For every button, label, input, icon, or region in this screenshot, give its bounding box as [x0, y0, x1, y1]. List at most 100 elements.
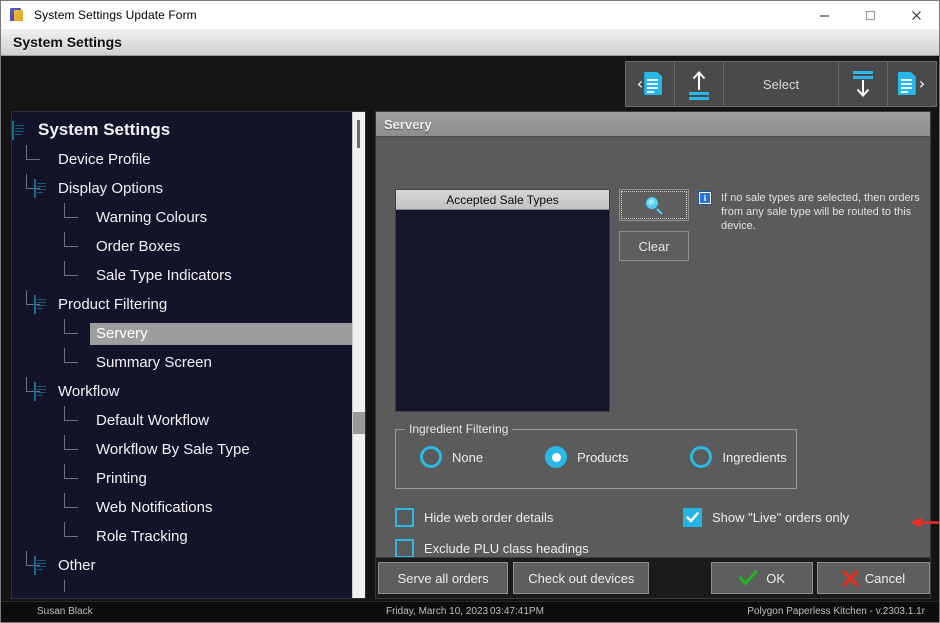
tree-item-partial[interactable]: [12, 580, 354, 592]
detail-panel-body: Accepted Sale Types Clear i If no sale t…: [376, 137, 939, 599]
radio-icon-selected: [545, 446, 568, 468]
bullet-icon: [72, 412, 90, 430]
bullet-icon: [72, 267, 90, 285]
checkbox-label: Show "Live" orders only: [712, 510, 850, 525]
first-record-button[interactable]: [674, 61, 724, 107]
radio-option-products[interactable]: Products: [545, 446, 628, 468]
status-app-version: Polygon Paperless Kitchen - v.2303.1.1r: [747, 606, 925, 617]
checkbox-show-live-orders-only[interactable]: Show "Live" orders only: [683, 508, 849, 527]
bullet-icon: [72, 354, 90, 372]
ingredient-filtering-options: None Products Ingredients: [396, 446, 796, 468]
tree-item-device-profile[interactable]: Device Profile: [12, 145, 354, 174]
tree-item-label: System Settings: [38, 120, 171, 139]
maximize-button[interactable]: [847, 1, 893, 29]
tree-item-warning-colours[interactable]: Warning Colours: [12, 203, 354, 232]
tree-item-label: Workflow: [58, 382, 120, 400]
tree-item-role-tracking[interactable]: Role Tracking: [12, 522, 354, 551]
tree-item-label: Workflow By Sale Type: [96, 440, 250, 458]
tree-scrollbar-thumb[interactable]: [357, 120, 360, 148]
tree-item-system-settings[interactable]: System Settings: [12, 116, 354, 145]
status-date: Friday, March 10, 2023: [386, 606, 489, 617]
accepted-sale-types-listbox[interactable]: Accepted Sale Types: [395, 189, 610, 412]
minimize-button[interactable]: [801, 1, 847, 29]
chevron-right-icon: ›: [918, 74, 926, 93]
banner-title: System Settings: [13, 34, 122, 50]
tree-item-label: Printing: [96, 469, 147, 487]
window-title: System Settings Update Form: [34, 8, 197, 22]
document-icon: [897, 72, 918, 96]
tree-item-label: Web Notifications: [96, 498, 213, 516]
search-icon: [645, 196, 663, 215]
bullet-icon: [72, 470, 90, 488]
app-icon: [9, 7, 25, 23]
radio-icon: [420, 446, 442, 468]
arrow-down-to-bottom-icon: [850, 70, 876, 98]
clear-button[interactable]: Clear: [619, 231, 689, 261]
page-icon: [34, 381, 52, 401]
tree-item-summary-screen[interactable]: Summary Screen: [12, 348, 354, 377]
status-user: Susan Black: [37, 606, 93, 617]
bullet-icon: [72, 325, 90, 343]
previous-record-button[interactable]: ‹: [625, 61, 675, 107]
tree-item-label: Sale Type Indicators: [96, 266, 232, 284]
arrow-up-to-top-icon: [686, 70, 712, 100]
ok-button-label: OK: [766, 570, 786, 586]
search-button[interactable]: [619, 189, 689, 221]
tree-item-label: Device Profile: [58, 150, 151, 168]
next-record-button[interactable]: ›: [887, 61, 937, 107]
title-bar: System Settings Update Form: [1, 1, 939, 30]
ingredient-filtering-group: Ingredient Filtering None Products Ingre…: [395, 422, 797, 489]
clear-button-label: Clear: [638, 238, 670, 254]
tree-item-workflow-by-sale-type[interactable]: Workflow By Sale Type: [12, 435, 354, 464]
tree-item-label: Order Boxes: [96, 237, 181, 255]
settings-tree-panel: System Settings Device Profile Display O…: [11, 111, 366, 599]
tree-item-servery[interactable]: Servery: [12, 319, 354, 348]
chevron-left-icon: ‹: [636, 74, 644, 93]
tree-item-other[interactable]: Other: [12, 551, 354, 580]
last-record-button[interactable]: [838, 61, 888, 107]
toolbar-strip: ‹ Select ›: [1, 56, 939, 109]
radio-icon: [690, 446, 713, 468]
bullet-icon: [72, 238, 90, 256]
tree-item-web-notifications[interactable]: Web Notifications: [12, 493, 354, 522]
bullet-icon: [72, 528, 90, 546]
ok-button[interactable]: OK: [711, 562, 813, 594]
tree-item-product-filtering[interactable]: Product Filtering: [12, 290, 354, 319]
tree-scrollbar-thumb-secondary[interactable]: [353, 412, 365, 434]
tree-item-order-boxes[interactable]: Order Boxes: [12, 232, 354, 261]
annotation-arrow-icon: [910, 517, 939, 528]
status-time: 03:47:41PM: [490, 606, 544, 617]
close-button[interactable]: [893, 1, 939, 29]
tree-item-display-options[interactable]: Display Options: [12, 174, 354, 203]
tree-item-printing[interactable]: Printing: [12, 464, 354, 493]
checkbox-label: Exclude PLU class headings: [424, 541, 589, 556]
checkbox-icon: [395, 539, 414, 558]
tree-item-default-workflow[interactable]: Default Workflow: [12, 406, 354, 435]
page-icon: [12, 120, 30, 140]
banner: System Settings: [1, 29, 939, 56]
cancel-button[interactable]: Cancel: [816, 562, 930, 594]
radio-label: Ingredients: [722, 449, 787, 465]
cross-icon: [842, 569, 859, 587]
listbox-header: Accepted Sale Types: [396, 190, 609, 210]
dialog-button-bar: Serve all orders Check out devices OK Ca…: [375, 557, 931, 599]
tree-item-sale-type-indicators[interactable]: Sale Type Indicators: [12, 261, 354, 290]
radio-option-ingredients[interactable]: Ingredients: [690, 446, 787, 468]
tree-item-label: Warning Colours: [96, 208, 208, 226]
checkbox-icon-checked: [683, 508, 702, 527]
select-button[interactable]: Select: [723, 61, 839, 107]
serve-all-orders-button[interactable]: Serve all orders: [378, 562, 509, 594]
listbox-items[interactable]: [396, 210, 609, 412]
checkbox-hide-web-order-details[interactable]: Hide web order details: [395, 508, 553, 527]
info-icon: i: [698, 191, 712, 205]
radio-option-none[interactable]: None: [420, 446, 483, 468]
check-out-devices-button[interactable]: Check out devices: [513, 562, 650, 594]
page-icon: [34, 178, 52, 198]
application-window: System Settings Update Form System Setti…: [0, 0, 940, 623]
checkbox-icon: [395, 508, 414, 527]
tree-item-label: Role Tracking: [96, 527, 188, 545]
checkbox-exclude-plu-class-headings[interactable]: Exclude PLU class headings: [395, 539, 589, 558]
tree-item-workflow[interactable]: Workflow: [12, 377, 354, 406]
tree-scrollbar[interactable]: [352, 112, 365, 598]
tree-item-label: Display Options: [58, 179, 164, 197]
